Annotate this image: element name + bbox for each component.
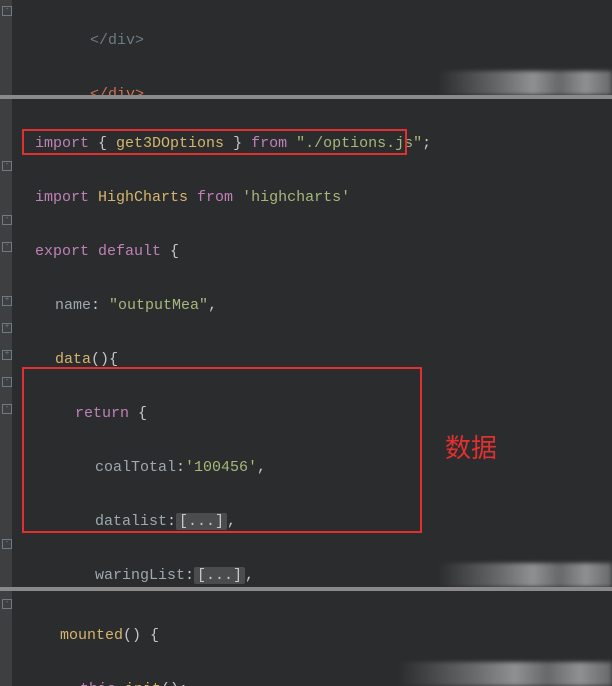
identifier: HighCharts	[89, 189, 197, 206]
keyword-from: from	[197, 189, 233, 206]
parens: ();	[161, 681, 188, 686]
keyword-this: this	[80, 681, 116, 686]
fold-marker-icon[interactable]: -	[2, 215, 12, 225]
text: </div>	[90, 32, 144, 49]
colon: :	[176, 459, 185, 476]
brace: {	[170, 243, 179, 260]
code-panel-top: </div> </div> <div id="output_3DPerChart…	[0, 0, 612, 95]
comma: ,	[257, 459, 266, 476]
brace: {	[129, 405, 147, 422]
method-name: data	[55, 351, 91, 368]
identifier: get3DOptions	[116, 135, 224, 152]
code-block-2[interactable]: import { get3DOptions } from "./options.…	[0, 99, 612, 587]
censored-region	[437, 71, 612, 95]
prop-key: waringList	[95, 567, 185, 584]
keyword-from: from	[251, 135, 287, 152]
keyword-default: default	[89, 243, 170, 260]
brace: {	[150, 627, 159, 644]
fold-marker-icon[interactable]: -	[2, 242, 12, 252]
fold-marker-icon[interactable]: -	[2, 599, 12, 609]
string: '100456'	[185, 459, 257, 476]
colon: :	[91, 297, 109, 314]
comma: ,	[208, 297, 217, 314]
fold-marker-icon[interactable]: -	[2, 539, 12, 549]
fold-marker-icon[interactable]: +	[2, 296, 12, 306]
comma: ,	[245, 567, 254, 584]
brace: }	[224, 135, 251, 152]
comma: ,	[227, 513, 236, 530]
string: "outputMea"	[109, 297, 208, 314]
fold-marker-icon[interactable]: -	[2, 404, 12, 414]
colon: :	[185, 567, 194, 584]
method-call: init	[125, 681, 161, 686]
dot: .	[116, 681, 125, 686]
parens: ()	[91, 351, 109, 368]
semicolon: ;	[422, 135, 431, 152]
keyword-import: import	[35, 189, 89, 206]
folded-region[interactable]: [...]	[176, 513, 227, 530]
string: "./options.js"	[296, 135, 422, 152]
fold-marker-icon[interactable]: -	[2, 6, 12, 16]
brace: {	[89, 135, 116, 152]
prop-key: coalTotal	[95, 459, 176, 476]
keyword-return: return	[75, 405, 129, 422]
fold-marker-icon[interactable]: +	[2, 323, 12, 333]
keyword-export: export	[35, 243, 89, 260]
parens: ()	[123, 627, 150, 644]
method-name: mounted	[60, 627, 123, 644]
fold-marker-icon[interactable]: -	[2, 161, 12, 171]
fold-marker-icon[interactable]: +	[2, 350, 12, 360]
annotation-label: 数据	[445, 435, 497, 462]
censored-region	[397, 662, 612, 686]
keyword-import: import	[35, 135, 89, 152]
prop-key: name	[55, 297, 91, 314]
string: 'highcharts'	[233, 189, 350, 206]
colon: :	[167, 513, 176, 530]
prop-key: datalist	[95, 513, 167, 530]
code-panel-bottom: mounted() { this.init(); } -	[0, 591, 612, 686]
censored-region	[437, 563, 612, 587]
code-panel-main: import { get3DOptions } from "./options.…	[0, 99, 612, 587]
folded-region[interactable]: [...]	[194, 567, 245, 584]
brace: {	[109, 351, 118, 368]
fold-marker-icon[interactable]: -	[2, 377, 12, 387]
tag-open: </div>	[90, 86, 144, 95]
